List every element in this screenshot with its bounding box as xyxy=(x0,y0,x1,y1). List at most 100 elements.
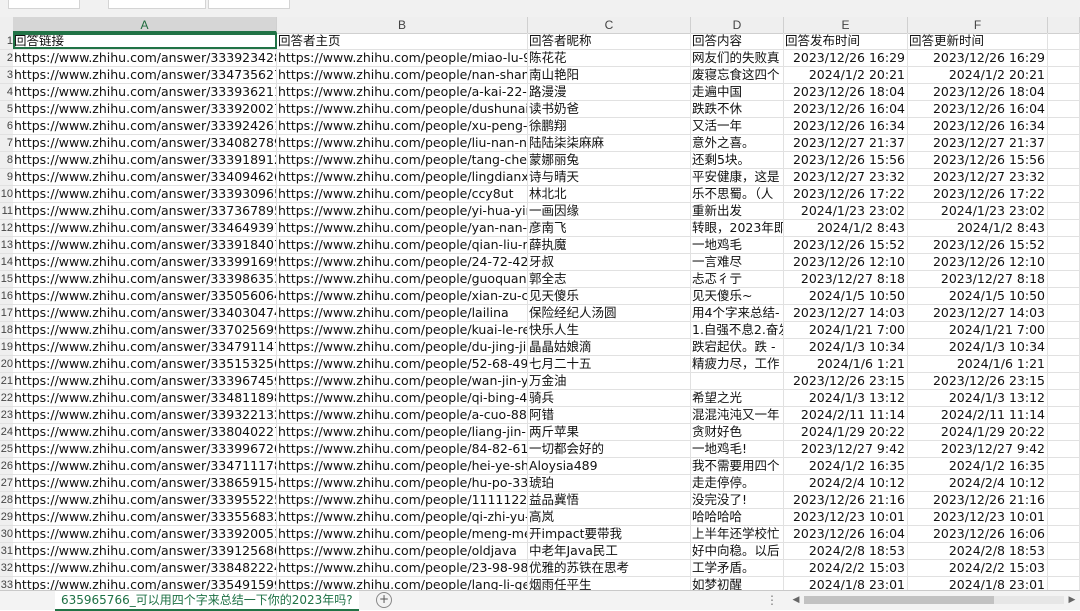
cell-e[interactable]: 2024/1/29 20:22 xyxy=(784,424,908,440)
cell-e[interactable]: 2024/1/3 10:34 xyxy=(784,339,908,355)
cell-e[interactable]: 2024/1/5 10:50 xyxy=(784,288,908,304)
column-header-b[interactable]: B xyxy=(277,17,528,33)
column-header-g[interactable] xyxy=(1048,17,1080,33)
cell-g[interactable] xyxy=(1048,67,1080,83)
cell-b[interactable]: https://www.zhihu.com/people/hei-ye-shan… xyxy=(277,458,528,474)
cell-b[interactable]: https://www.zhihu.com/people/dushunaiba xyxy=(277,101,528,117)
cell-b[interactable]: https://www.zhihu.com/people/23-98-98-7 xyxy=(277,560,528,576)
cell-a[interactable]: https://www.zhihu.com/answer/3339863539 xyxy=(13,271,277,287)
cell-g[interactable] xyxy=(1048,560,1080,576)
cell-d[interactable]: 哈哈哈哈 xyxy=(691,509,784,525)
cell-b[interactable]: https://www.zhihu.com/people/24-72-42-9 xyxy=(277,254,528,270)
cell-e[interactable]: 2023/12/27 23:32 xyxy=(784,169,908,185)
cell-d[interactable]: 一言难尽 xyxy=(691,254,784,270)
cell-b[interactable]: https://www.zhihu.com/people/wan-jin-you xyxy=(277,373,528,389)
cell-c[interactable]: 南山艳阳 xyxy=(528,67,691,83)
cell-e[interactable]: 2024/2/2 15:03 xyxy=(784,560,908,576)
cell-d[interactable]: 重新出发 xyxy=(691,203,784,219)
column-header-d[interactable]: D xyxy=(691,17,784,33)
row-number[interactable]: 11 xyxy=(0,203,13,219)
row-number[interactable]: 22 xyxy=(0,390,13,406)
cell-d[interactable]: 1.自强不息2.奋发 xyxy=(691,322,784,338)
row-number[interactable]: 20 xyxy=(0,356,13,372)
cell-b[interactable]: https://www.zhihu.com/people/a-cuo-88-9 xyxy=(277,407,528,423)
cell-c[interactable]: 中老年Java民工 xyxy=(528,543,691,559)
cell-b[interactable]: https://www.zhihu.com/people/liang-jin-p… xyxy=(277,424,528,440)
cell-b[interactable]: https://www.zhihu.com/people/1111122-38 xyxy=(277,492,528,508)
cell-b[interactable]: https://www.zhihu.com/people/liu-nan-nan… xyxy=(277,135,528,151)
cell-a[interactable]: https://www.zhihu.com/answer/3391256806 xyxy=(13,543,277,559)
cell-g[interactable] xyxy=(1048,152,1080,168)
cell-d[interactable] xyxy=(691,373,784,389)
cell-e[interactable]: 2023/12/27 8:18 xyxy=(784,271,908,287)
cell-g[interactable] xyxy=(1048,577,1080,590)
cell-e[interactable]: 2024/1/3 13:12 xyxy=(784,390,908,406)
cell-d[interactable]: 用4个字来总结- xyxy=(691,305,784,321)
cell-b[interactable]: https://www.zhihu.com/people/du-jing-jin… xyxy=(277,339,528,355)
cell-g[interactable] xyxy=(1048,288,1080,304)
cell-b[interactable]: https://www.zhihu.com/people/ccy8ut xyxy=(277,186,528,202)
cell-f[interactable]: 2024/1/3 10:34 xyxy=(908,339,1048,355)
cell-b[interactable]: https://www.zhihu.com/people/qi-bing-44- xyxy=(277,390,528,406)
cell-a[interactable]: https://www.zhihu.com/answer/3339674599 xyxy=(13,373,277,389)
cell-a[interactable]: https://www.zhihu.com/answer/3339967209 xyxy=(13,441,277,457)
cell-g[interactable] xyxy=(1048,509,1080,525)
cell-c[interactable]: 晶晶姑娘滴 xyxy=(528,339,691,355)
cell-g[interactable] xyxy=(1048,84,1080,100)
cell-a[interactable]: https://www.zhihu.com/answer/3340304748 xyxy=(13,305,277,321)
cell-a[interactable]: https://www.zhihu.com/answer/3370256992 xyxy=(13,322,277,338)
cell-d[interactable]: 希望之光 xyxy=(691,390,784,406)
cell-f[interactable]: 2024/1/23 23:02 xyxy=(908,203,1048,219)
row-number[interactable]: 25 xyxy=(0,441,13,457)
cell-f[interactable]: 2024/1/2 8:43 xyxy=(908,220,1048,236)
cell-e[interactable]: 2024/1/21 7:00 xyxy=(784,322,908,338)
cell-b[interactable]: https://www.zhihu.com/people/hu-po-33-2 xyxy=(277,475,528,491)
more-options-icon[interactable]: ⋮ xyxy=(766,591,778,609)
row-number[interactable]: 5 xyxy=(0,101,13,117)
cell-d[interactable]: 一地鸡毛 xyxy=(691,237,784,253)
cell-f[interactable]: 2023/12/26 21:16 xyxy=(908,492,1048,508)
cell-c[interactable]: 一画因缘 xyxy=(528,203,691,219)
cell-e[interactable]: 2023/12/26 23:15 xyxy=(784,373,908,389)
cell-e[interactable]: 2023/12/27 21:37 xyxy=(784,135,908,151)
cell-b[interactable]: https://www.zhihu.com/people/xian-zu-cho… xyxy=(277,288,528,304)
cell-a[interactable]: https://www.zhihu.com/answer/3339242618 xyxy=(13,118,277,134)
cell-g[interactable] xyxy=(1048,203,1080,219)
cell-c[interactable]: 快乐人生 xyxy=(528,322,691,338)
row-number[interactable]: 32 xyxy=(0,560,13,576)
cell-a[interactable]: https://www.zhihu.com/answer/3347111788 xyxy=(13,458,277,474)
cell-f[interactable]: 回答更新时间 xyxy=(908,33,1048,49)
row-number[interactable]: 10 xyxy=(0,186,13,202)
scroll-right-icon[interactable]: ▶ xyxy=(1066,593,1078,607)
cell-g[interactable] xyxy=(1048,305,1080,321)
cell-f[interactable]: 2024/1/8 23:01 xyxy=(908,577,1048,590)
cell-e[interactable]: 2023/12/26 15:56 xyxy=(784,152,908,168)
cell-d[interactable]: 没完没了! xyxy=(691,492,784,508)
cell-e[interactable]: 2023/12/26 18:04 xyxy=(784,84,908,100)
cell-e[interactable]: 2023/12/27 14:03 xyxy=(784,305,908,321)
cell-g[interactable] xyxy=(1048,271,1080,287)
cell-f[interactable]: 2024/2/11 11:14 xyxy=(908,407,1048,423)
cell-d[interactable]: 跌宕起伏。跌 - xyxy=(691,339,784,355)
cell-e[interactable]: 2023/12/27 9:42 xyxy=(784,441,908,457)
cell-e[interactable]: 2023/12/26 12:10 xyxy=(784,254,908,270)
row-number[interactable]: 1 xyxy=(0,33,13,49)
cell-d[interactable]: 混混沌沌又一年 xyxy=(691,407,784,423)
cell-g[interactable] xyxy=(1048,441,1080,457)
cell-f[interactable]: 2023/12/26 16:04 xyxy=(908,101,1048,117)
cell-b[interactable]: https://www.zhihu.com/people/84-82-61-3 xyxy=(277,441,528,457)
cell-d[interactable]: 忐忑彳亍 xyxy=(691,271,784,287)
cell-b[interactable]: https://www.zhihu.com/people/guoquanzhi xyxy=(277,271,528,287)
cell-b[interactable]: https://www.zhihu.com/people/kuai-le-ren… xyxy=(277,322,528,338)
cell-b[interactable]: https://www.zhihu.com/people/a-kai-22-3 xyxy=(277,84,528,100)
cell-c[interactable]: 开impact要带我 xyxy=(528,526,691,542)
cell-c[interactable]: 保险经纪人汤圆 xyxy=(528,305,691,321)
row-number[interactable]: 28 xyxy=(0,492,13,508)
cell-a[interactable]: https://www.zhihu.com/answer/3348118988 xyxy=(13,390,277,406)
cell-a[interactable]: https://www.zhihu.com/answer/3339309659 xyxy=(13,186,277,202)
cell-c[interactable]: 琥珀 xyxy=(528,475,691,491)
row-number[interactable]: 18 xyxy=(0,322,13,338)
cell-d[interactable]: 上半年还学校忙 xyxy=(691,526,784,542)
cell-e[interactable]: 2023/12/26 17:22 xyxy=(784,186,908,202)
row-number[interactable]: 33 xyxy=(0,577,13,590)
